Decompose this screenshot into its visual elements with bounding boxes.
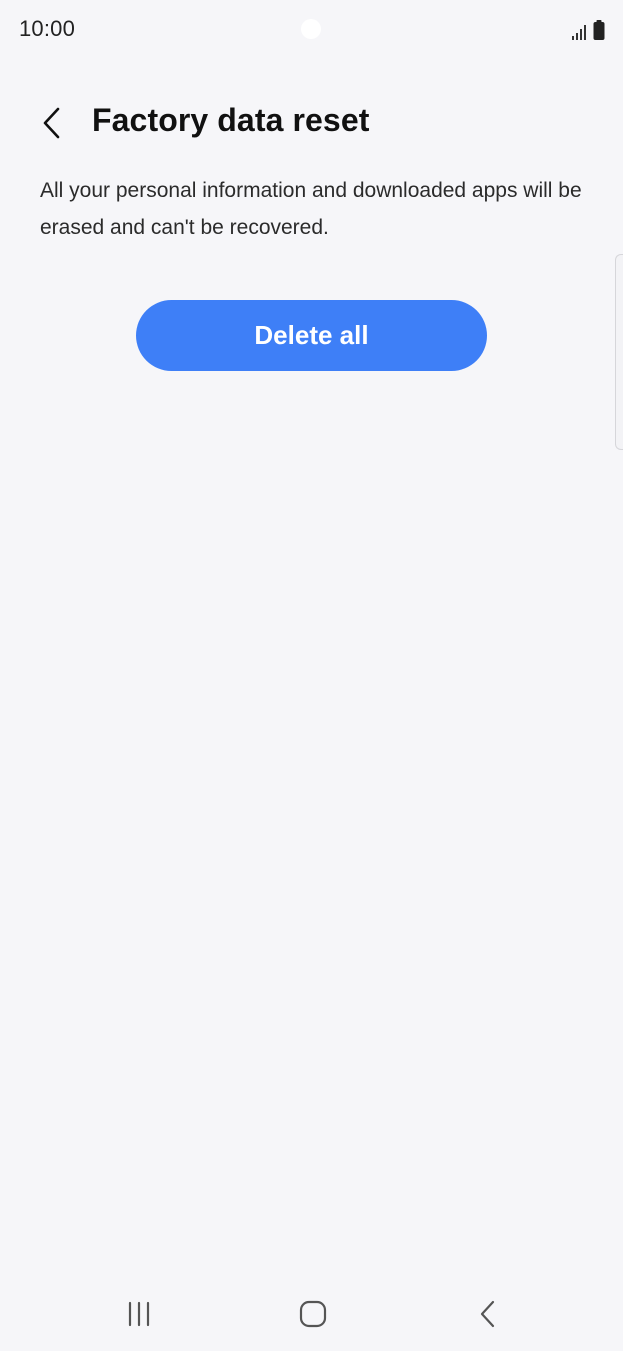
home-button[interactable]	[291, 1294, 335, 1334]
nav-back-button[interactable]	[466, 1294, 510, 1334]
battery-icon	[593, 20, 605, 40]
recents-button[interactable]	[117, 1296, 161, 1332]
front-camera-cutout	[301, 19, 321, 39]
status-bar: 10:00	[0, 0, 623, 58]
delete-all-button[interactable]: Delete all	[136, 300, 487, 371]
back-button[interactable]	[30, 100, 74, 146]
recents-icon	[128, 1301, 150, 1327]
status-time: 10:00	[19, 16, 76, 41]
edge-panel-handle[interactable]	[615, 254, 623, 450]
reset-description: All your personal information and downlo…	[40, 179, 582, 239]
signal-icon	[572, 25, 586, 40]
home-icon	[299, 1300, 327, 1328]
navigation-bar	[0, 1280, 623, 1351]
back-icon	[480, 1300, 495, 1328]
status-icons	[571, 18, 605, 40]
page-title: Factory data reset	[92, 102, 370, 138]
chevron-left-icon	[43, 107, 60, 139]
